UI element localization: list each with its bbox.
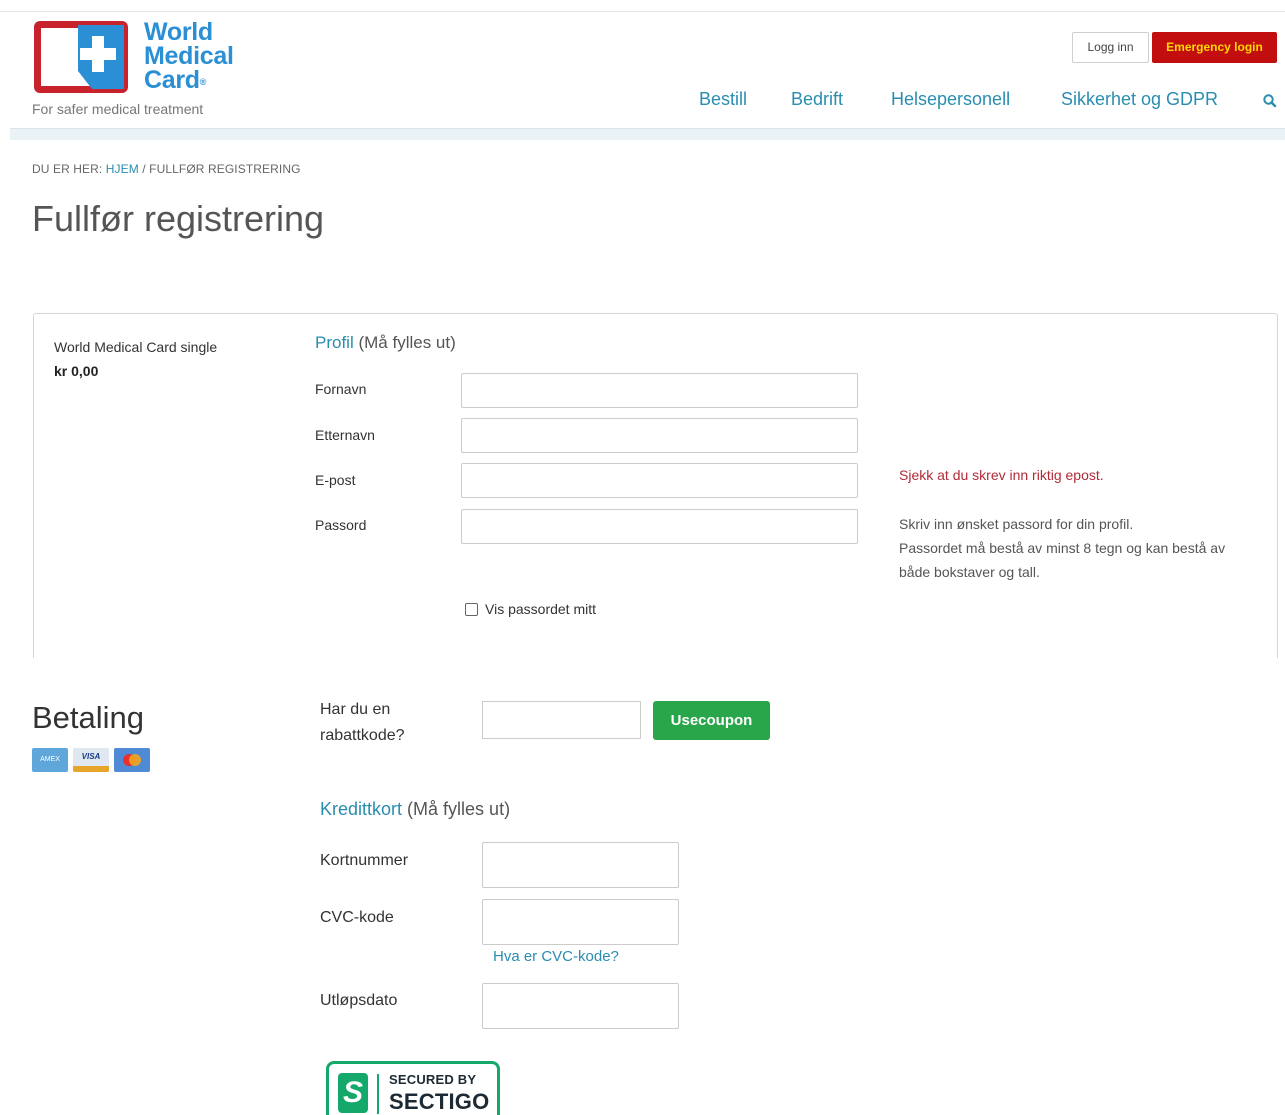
credit-card-title: Kredittkort — [320, 799, 403, 819]
last-name-input[interactable] — [461, 418, 858, 453]
logo-line-2: Medical — [144, 42, 234, 70]
last-name-label: Etternavn — [315, 427, 375, 443]
profile-title: Profil — [315, 333, 354, 352]
visa-card-icon: VISA — [73, 748, 109, 772]
product-price: kr 0,00 — [54, 363, 99, 379]
mastercard-circles-icon — [123, 754, 141, 766]
medical-cross-logo-icon — [34, 21, 128, 93]
password-input[interactable] — [461, 509, 858, 544]
product-name: World Medical Card single — [54, 339, 218, 355]
login-button[interactable]: Logg inn — [1072, 32, 1149, 63]
password-label: Passord — [315, 517, 367, 533]
breadcrumb-current: FULLFØR REGISTRERING — [149, 162, 301, 176]
payment-title: Betaling — [32, 700, 145, 735]
top-divider — [0, 11, 1285, 12]
show-password-option[interactable]: Vis passordet mitt — [465, 601, 596, 617]
page-title: Fullfør registrering — [32, 198, 325, 239]
cvc-label: CVC-kode — [320, 909, 394, 926]
emergency-login-button[interactable]: Emergency login — [1152, 32, 1277, 63]
first-name-input[interactable] — [461, 373, 858, 408]
expiry-date-input[interactable] — [482, 983, 679, 1029]
password-help-line-1: Skriv inn ønsket passord for din profil. — [899, 516, 1134, 532]
sectigo-security-badge[interactable]: S SECURED BY SECTIGO — [326, 1061, 500, 1115]
coupon-input[interactable] — [482, 701, 641, 739]
nav-item-helsepersonell[interactable]: Helsepersonell — [891, 89, 1010, 110]
profile-required-note: (Må fylles ut) — [358, 333, 456, 352]
email-input[interactable] — [461, 463, 858, 498]
credit-card-section-title: Kredittkort (Må fylles ut) — [320, 799, 510, 820]
password-help: Skriv inn ønsket passord for din profil.… — [899, 512, 1259, 584]
breadcrumb: DU ER HER: HJEM / FULLFØR REGISTRERING — [32, 162, 301, 176]
email-label: E-post — [315, 472, 356, 488]
amex-card-icon: AMEX — [32, 748, 68, 772]
sectigo-name: SECTIGO — [389, 1089, 490, 1114]
expiry-date-label: Utløpsdato — [320, 992, 398, 1009]
credit-card-required-note: (Må fylles ut) — [407, 799, 511, 819]
card-number-label: Kortnummer — [320, 852, 409, 869]
show-password-label: Vis passordet mitt — [485, 601, 597, 617]
email-error-message: Sjekk at du skrev inn riktig epost. — [899, 467, 1104, 483]
tagline: For safer medical treatment — [32, 101, 204, 117]
registered-mark: ® — [199, 77, 207, 87]
logo-line-3: Card® — [144, 66, 207, 94]
nav-item-bestill[interactable]: Bestill — [699, 89, 747, 110]
breadcrumb-separator: / — [142, 162, 146, 176]
show-password-checkbox[interactable] — [465, 602, 478, 616]
site-logo[interactable]: World Medical Card® — [32, 20, 262, 100]
first-name-label: Fornavn — [315, 381, 367, 397]
logo-line-1: World — [144, 18, 213, 46]
visa-card-stripe — [73, 766, 109, 772]
nav-item-bedrift[interactable]: Bedrift — [791, 89, 843, 110]
sectigo-secured-by: SECURED BY — [389, 1072, 477, 1087]
nav-item-sikkerhet-og-gdpr[interactable]: Sikkerhet og GDPR — [1061, 89, 1218, 110]
profile-section-title: Profil (Må fylles ut) — [315, 333, 456, 353]
use-coupon-button[interactable]: Usecoupon — [653, 701, 770, 740]
coupon-label: Har du en rabattkode? — [320, 701, 405, 744]
sectigo-divider — [377, 1074, 379, 1114]
search-icon[interactable] — [1262, 93, 1278, 109]
breadcrumb-home-link[interactable]: HJEM — [106, 162, 139, 176]
visa-card-text: VISA — [81, 752, 101, 761]
card-number-input[interactable] — [482, 842, 679, 888]
mastercard-card-icon — [114, 748, 150, 772]
accepted-cards: AMEX VISA — [32, 748, 150, 772]
cvc-help-link[interactable]: Hva er CVC-kode? — [493, 948, 619, 965]
cvc-input[interactable] — [482, 899, 679, 945]
password-help-line-2: Passordet må bestå av minst 8 tegn og ka… — [899, 540, 1226, 580]
header-band — [10, 128, 1285, 140]
logo-wordmark: World Medical Card® — [144, 18, 234, 94]
sectigo-logo-icon: S — [338, 1073, 368, 1113]
breadcrumb-prefix: DU ER HER: — [32, 162, 103, 176]
